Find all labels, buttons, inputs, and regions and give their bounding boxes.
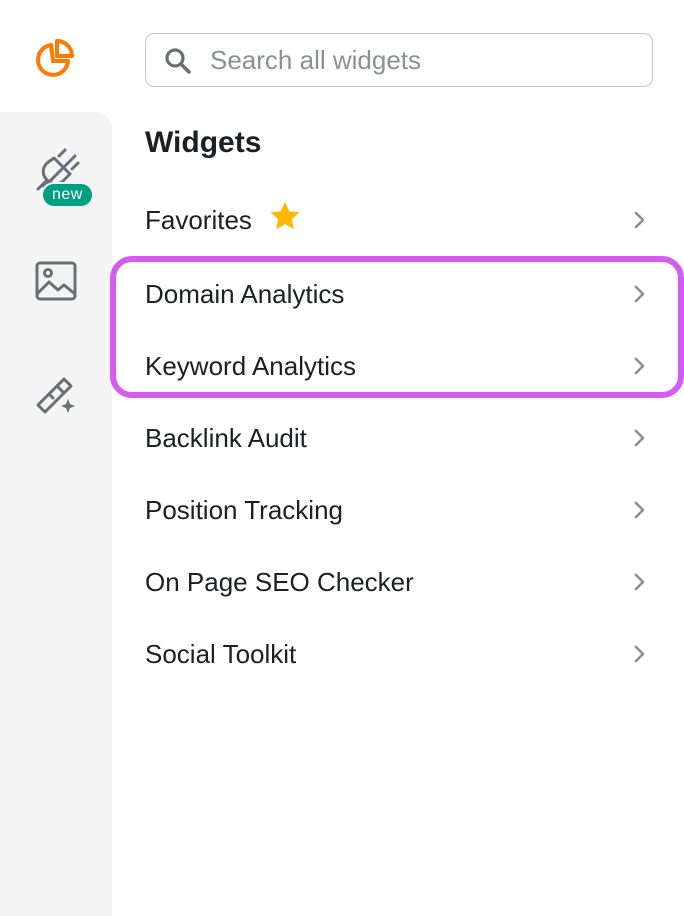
search-icon (164, 47, 192, 75)
widget-item-label: Favorites (145, 204, 252, 235)
left-rail (0, 112, 112, 916)
chevron-right-icon (629, 644, 649, 664)
widget-item-label: Domain Analytics (145, 278, 345, 309)
image-icon[interactable] (32, 258, 80, 304)
widgets-heading: Widgets (145, 126, 262, 159)
widget-item-label: Keyword Analytics (145, 350, 356, 381)
widget-item-keyword-analytics[interactable]: Keyword Analytics (145, 338, 653, 394)
widget-item-label: Position Tracking (145, 494, 343, 525)
widget-item-label: Social Toolkit (145, 638, 297, 669)
widget-item-social-toolkit[interactable]: Social Toolkit (145, 626, 653, 682)
chevron-right-icon (629, 210, 649, 230)
chevron-right-icon (629, 500, 649, 520)
pie-chart-logo-icon[interactable] (32, 35, 80, 79)
search-box[interactable] (145, 33, 653, 87)
widget-item-favorites[interactable]: Favorites (145, 192, 653, 248)
magic-wand-icon[interactable] (32, 370, 80, 418)
widget-item-label: Backlink Audit (145, 422, 307, 453)
widget-item-domain-analytics[interactable]: Domain Analytics (145, 266, 653, 322)
chevron-right-icon (629, 284, 649, 304)
widget-item-backlink-audit[interactable]: Backlink Audit (145, 410, 653, 466)
search-input[interactable] (210, 42, 630, 78)
widgets-panel: new Widgets (0, 0, 684, 916)
widget-item-position-tracking[interactable]: Position Tracking (145, 482, 653, 538)
chevron-right-icon (629, 428, 649, 448)
widget-item-on-page-seo-checker[interactable]: On Page SEO Checker (145, 554, 653, 610)
new-badge: new (41, 182, 94, 208)
chevron-right-icon (629, 356, 649, 376)
chevron-right-icon (629, 572, 649, 592)
star-icon (268, 200, 302, 232)
widget-item-label: On Page SEO Checker (145, 566, 414, 597)
